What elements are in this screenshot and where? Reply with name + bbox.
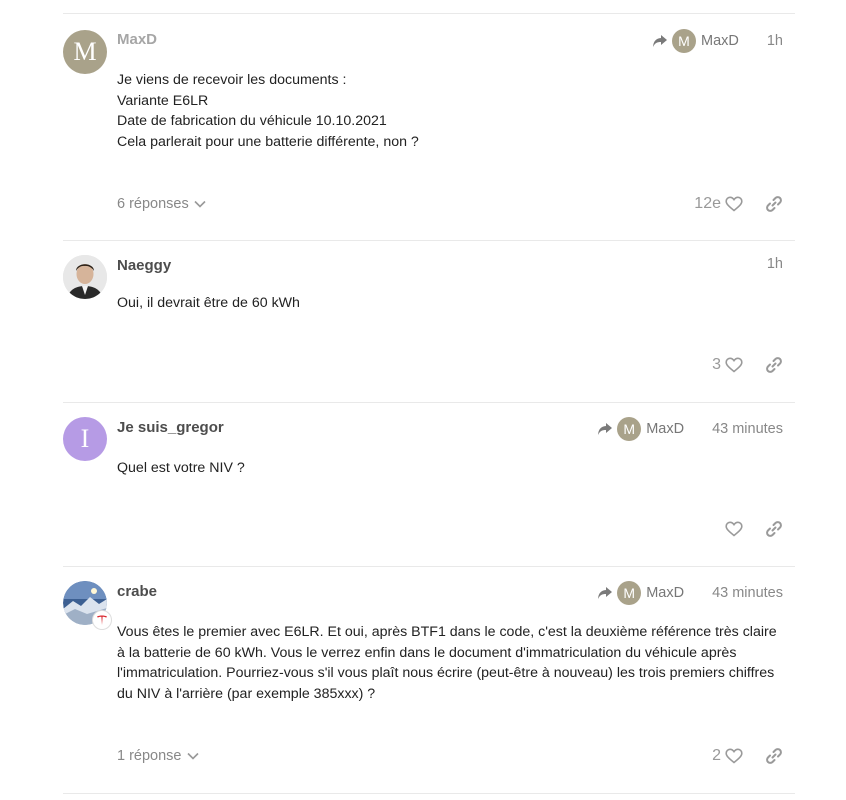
post-body: Oui, il devrait être de 60 kWh: [117, 293, 783, 314]
reply-arrow-icon: [598, 423, 613, 435]
username[interactable]: Je suis_gregor: [117, 419, 224, 436]
heart-icon[interactable]: [725, 196, 743, 212]
post-crabe: crabe M MaxD 43 minutes Vous êtes le pre…: [63, 566, 795, 794]
reply-arrow-icon: [598, 587, 613, 599]
post-date[interactable]: 1h: [767, 33, 783, 49]
post-date[interactable]: 1h: [767, 256, 783, 272]
heart-icon[interactable]: [725, 521, 743, 537]
post-line: Date de fabrication du véhicule 10.10.20…: [117, 113, 387, 129]
post-date[interactable]: 43 minutes: [712, 421, 783, 437]
post-date[interactable]: 43 minutes: [712, 585, 783, 601]
post-body: Vous êtes le premier avec E6LR. Et oui, …: [117, 622, 783, 704]
link-icon[interactable]: [765, 195, 783, 213]
link-icon[interactable]: [765, 356, 783, 374]
username[interactable]: MaxD: [117, 31, 157, 48]
reply-to-tab[interactable]: M MaxD: [652, 29, 739, 53]
post-line: Je viens de recevoir les documents :: [117, 72, 347, 88]
show-replies-button[interactable]: 1 réponse: [117, 748, 199, 764]
post-naeggy: Naeggy 1h Oui, il devrait être de 60 kWh…: [63, 240, 795, 402]
post-meta: M MaxD 43 minutes: [597, 417, 783, 441]
reply-to-tab[interactable]: M MaxD: [597, 417, 684, 441]
post-meta: M MaxD 43 minutes: [597, 581, 783, 605]
heart-icon[interactable]: [725, 357, 743, 373]
post-line: Cela parlerait pour une batterie différe…: [117, 133, 419, 150]
heart-icon[interactable]: [725, 748, 743, 764]
reply-to-username: MaxD: [646, 421, 685, 437]
post-meta: M MaxD 1h: [652, 29, 783, 53]
post-maxd: M MaxD M MaxD 1h Je viens de recevoir le…: [63, 13, 795, 240]
post-line: Variante E6LR: [117, 92, 209, 109]
post-actions: [117, 517, 783, 541]
reply-to-username: MaxD: [646, 585, 685, 601]
topic-thread: M MaxD M MaxD 1h Je viens de recevoir le…: [63, 13, 795, 794]
post-actions: 1 réponse 2: [117, 744, 783, 768]
post-line: Vous êtes le premier avec E6LR. Et oui, …: [117, 624, 777, 702]
post-line: Oui, il devrait être de 60 kWh: [117, 295, 300, 311]
like-count[interactable]: 2: [712, 747, 721, 765]
post-gregor: I Je suis_gregor M MaxD 43 minutes Quel …: [63, 402, 795, 566]
avatar-gregor[interactable]: I: [63, 417, 107, 461]
user-photo: [63, 255, 107, 299]
like-count[interactable]: 3: [712, 356, 721, 374]
reply-to-avatar: M: [617, 581, 642, 605]
link-icon[interactable]: [765, 520, 783, 538]
chevron-down-icon: [194, 200, 206, 208]
reply-to-avatar: M: [617, 417, 642, 441]
reply-to-tab[interactable]: M MaxD: [597, 581, 684, 605]
post-line: Quel est votre NIV ?: [117, 460, 245, 476]
show-replies-button[interactable]: 6 réponses: [117, 196, 206, 212]
like-count[interactable]: 12e: [694, 195, 721, 213]
avatar-naeggy[interactable]: [63, 255, 107, 299]
reply-arrow-icon: [652, 35, 667, 47]
reply-to-avatar: M: [671, 29, 696, 53]
post-actions: 3: [117, 353, 783, 377]
chevron-down-icon: [186, 752, 199, 760]
flair-badge: [93, 611, 111, 629]
avatar-maxd[interactable]: M: [63, 30, 107, 74]
post-body: Quel est votre NIV ?: [117, 458, 783, 479]
avatar-crabe[interactable]: [63, 581, 111, 629]
post-meta: 1h: [767, 256, 783, 272]
link-icon[interactable]: [765, 747, 783, 765]
reply-to-username: MaxD: [700, 33, 739, 49]
post-body: Je viens de recevoir les documents : Var…: [117, 70, 783, 152]
post-actions: 6 réponses 12e: [117, 192, 783, 216]
username[interactable]: Naeggy: [117, 257, 171, 274]
username[interactable]: crabe: [117, 583, 157, 600]
tesla-logo-icon: [97, 615, 107, 625]
